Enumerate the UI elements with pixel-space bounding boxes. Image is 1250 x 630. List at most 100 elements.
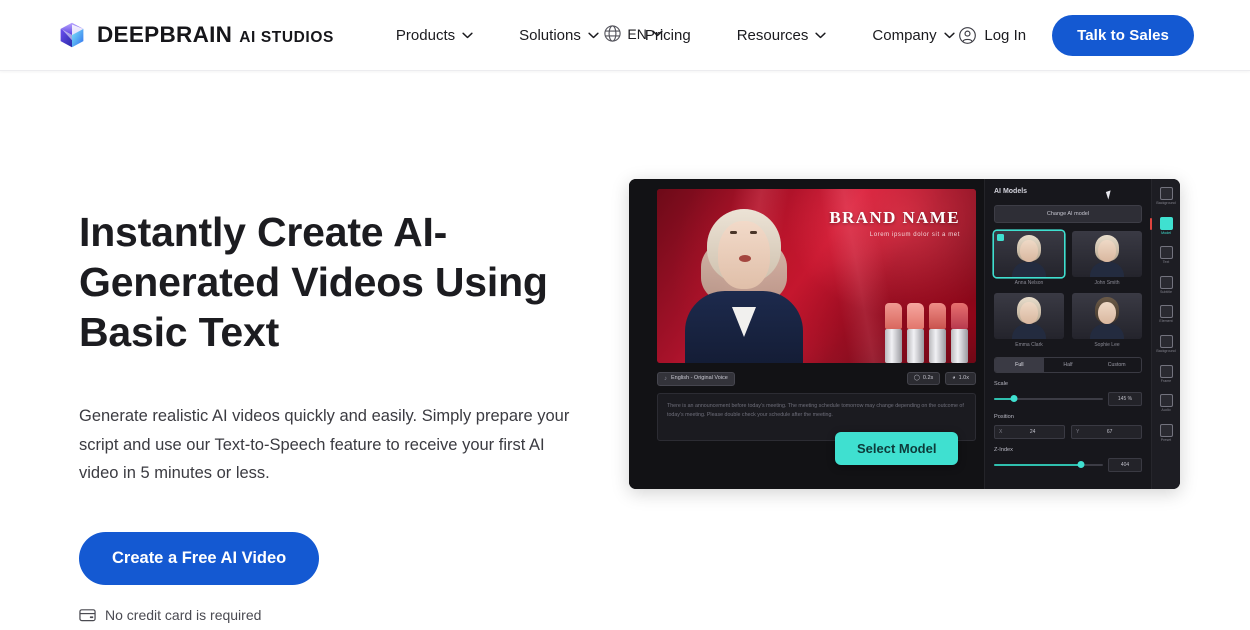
rail-label: Subtitle <box>1160 289 1172 294</box>
canvas-brand-tagline: Lorem ipsum dolor sit a met <box>869 232 960 238</box>
nav-label: Company <box>872 26 937 44</box>
lipstick-1 <box>885 303 902 363</box>
zindex-control: 404 <box>994 458 1142 472</box>
model-label: John Smith <box>1094 280 1120 286</box>
selected-badge-icon <box>997 234 1004 241</box>
rail-label: Preset <box>1160 437 1172 442</box>
avatar-eye-right <box>750 231 757 234</box>
video-canvas[interactable]: BRAND NAME Lorem ipsum dolor sit a met <box>657 189 976 363</box>
chevron-down-icon <box>943 32 955 38</box>
ai-models-panel: AI Models Change AI model Anna Nelson Jo… <box>984 179 1151 489</box>
chevron-down-icon <box>588 32 599 38</box>
chevron-down-icon <box>815 32 827 38</box>
frame-icon <box>1159 364 1173 378</box>
rail-item-preset[interactable]: Preset <box>1154 422 1179 445</box>
scale-slider[interactable] <box>994 394 1103 404</box>
main-navigation: Products Solutions Pricing Resources Com… <box>396 21 955 50</box>
no-credit-card-label: No credit card is required <box>105 606 262 623</box>
language-label: EN <box>627 25 647 42</box>
microphone-icon: ♪ <box>664 375 667 382</box>
lipstick-2 <box>907 303 924 363</box>
model-thumbnail <box>994 231 1064 277</box>
site-header: DEEPBRAIN AI STUDIOS Products Solutions … <box>0 0 1250 71</box>
rail-label: Text <box>1162 260 1170 265</box>
speed-pill[interactable]: ◕ 1.0x <box>945 371 976 386</box>
model-grid: Anna Nelson John Smith Emma Clark Sophie… <box>994 231 1142 348</box>
speed-label: 1.0x <box>958 374 969 381</box>
person-icon <box>1159 216 1173 230</box>
change-ai-model-button[interactable]: Change AI model <box>994 205 1142 223</box>
editor-tool-rail: Background Model Text Subtitle Element B… <box>1149 179 1180 489</box>
rail-label: Element <box>1159 319 1173 324</box>
model-thumbnail <box>994 293 1064 339</box>
rail-item-frame[interactable]: Frame <box>1154 363 1179 386</box>
audio-icon <box>1159 394 1173 408</box>
nav-item-resources[interactable]: Resources <box>737 21 827 50</box>
preset-icon <box>1159 423 1173 437</box>
brand-subtitle: AI STUDIOS <box>239 28 334 46</box>
position-y-field[interactable]: Y 67 <box>1071 425 1142 439</box>
model-card[interactable]: Sophie Lee <box>1072 293 1142 348</box>
rail-item-audio[interactable]: Audio <box>1154 392 1179 415</box>
model-card[interactable]: Emma Clark <box>994 293 1064 348</box>
avatar-mouth <box>739 255 751 262</box>
canvas-product-images <box>885 303 968 363</box>
no-credit-card-note: No credit card is required <box>79 607 599 623</box>
rail-item-subtitle[interactable]: Subtitle <box>1154 274 1179 297</box>
chevron-down-icon <box>652 30 663 37</box>
voice-selector-chip[interactable]: ♪ English - Original Voice <box>657 371 735 386</box>
talk-to-sales-button[interactable]: Talk to Sales <box>1052 15 1194 56</box>
position-label: Position <box>994 414 1014 420</box>
duration-pill[interactable]: ◯ 0.2s <box>906 371 941 386</box>
shapes-icon <box>1159 305 1173 319</box>
rail-label: Background <box>1156 201 1176 205</box>
login-button[interactable]: Log In <box>958 26 1026 45</box>
nav-label: Resources <box>736 26 809 44</box>
zindex-label: Z-Index <box>994 447 1013 453</box>
rail-item-model[interactable]: Model <box>1149 215 1179 238</box>
hero-section: Instantly Create AI-Generated Videos Usi… <box>0 71 1250 623</box>
segment-custom[interactable]: Custom <box>1092 358 1141 372</box>
credit-card-icon <box>79 608 96 621</box>
zindex-value[interactable]: 404 <box>1108 458 1142 472</box>
rail-item-background[interactable]: Background <box>1154 185 1179 208</box>
globe-icon <box>604 25 622 42</box>
scale-value[interactable]: 145 % <box>1108 392 1142 406</box>
nav-item-solutions[interactable]: Solutions <box>519 21 599 50</box>
model-size-segmented-control: Full Half Custom <box>994 357 1142 373</box>
video-editor-mockup: BRAND NAME Lorem ipsum dolor sit a met ♪… <box>629 179 1180 489</box>
language-selector[interactable]: EN <box>603 24 663 43</box>
nav-item-products[interactable]: Products <box>396 21 473 50</box>
segment-half[interactable]: Half <box>1044 358 1093 372</box>
rail-label: Frame <box>1160 378 1172 383</box>
rail-item-element[interactable]: Element <box>1154 303 1179 326</box>
cube-logo-icon <box>60 22 84 48</box>
canvas-brand-text: BRAND NAME Lorem ipsum dolor sit a met <box>829 209 960 238</box>
position-x-field[interactable]: X 24 <box>994 425 1065 439</box>
header-actions: EN Log In Talk to Sales <box>604 0 1250 71</box>
rail-item-text[interactable]: Text <box>1154 244 1179 267</box>
model-card[interactable]: John Smith <box>1072 231 1142 286</box>
scale-label: Scale <box>994 381 1008 387</box>
segment-full[interactable]: Full <box>995 358 1044 372</box>
gauge-icon: ◕ <box>952 374 956 381</box>
position-y-key: Y <box>1076 429 1080 435</box>
rail-item-background-image[interactable]: Background <box>1154 333 1179 356</box>
brand-logo[interactable]: DEEPBRAIN AI STUDIOS <box>58 21 334 49</box>
rail-label: Background <box>1156 348 1176 353</box>
select-model-button[interactable]: Select Model <box>835 432 959 465</box>
zindex-slider[interactable] <box>994 460 1103 470</box>
model-card[interactable]: Anna Nelson <box>994 231 1064 286</box>
create-free-ai-video-button[interactable]: Create a Free AI Video <box>79 531 320 585</box>
user-circle-icon <box>959 27 977 44</box>
position-x-value: 24 <box>1029 429 1036 435</box>
subtitle-icon <box>1159 275 1173 289</box>
script-text: There is an announcement before today's … <box>667 403 964 418</box>
rail-label: Audio <box>1161 408 1171 413</box>
model-label: Emma Clark <box>1015 342 1043 348</box>
position-x-key: X <box>999 429 1003 435</box>
scale-control: 145 % <box>994 392 1142 406</box>
nav-item-company[interactable]: Company <box>872 21 955 50</box>
image-icon <box>1159 334 1173 348</box>
product-preview: BRAND NAME Lorem ipsum dolor sit a met ♪… <box>629 179 1180 489</box>
